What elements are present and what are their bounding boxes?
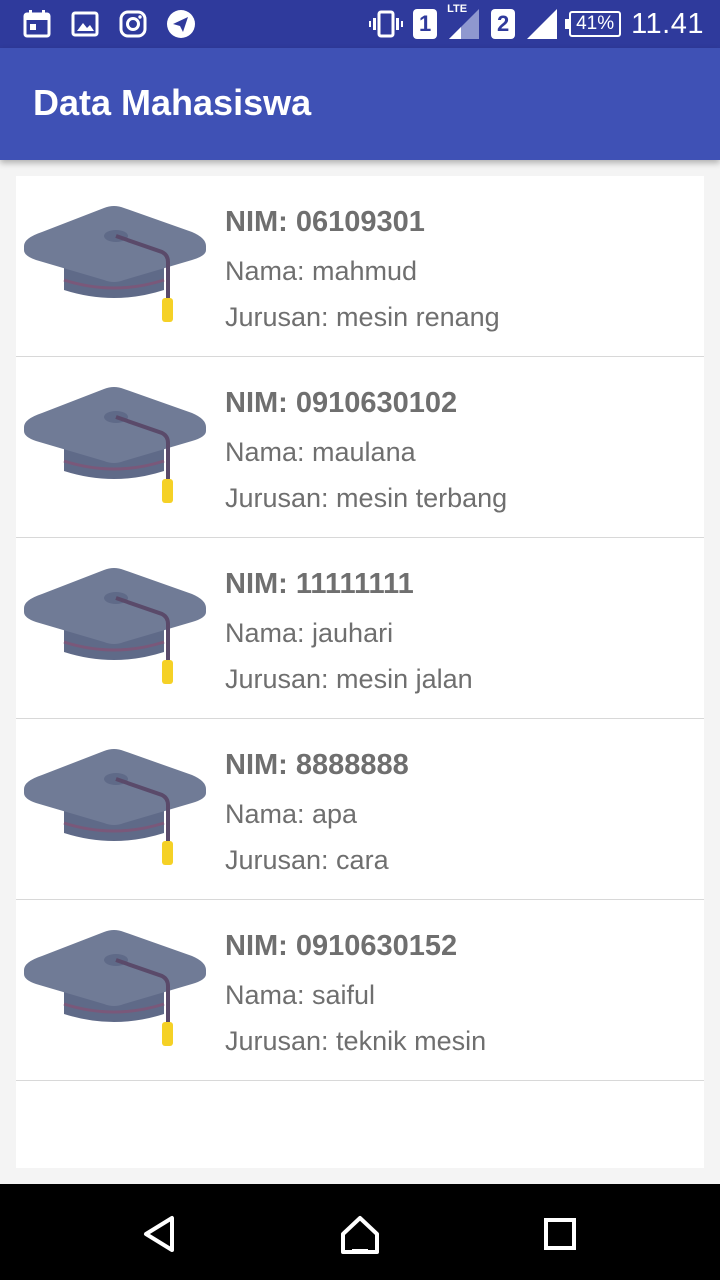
student-nim: NIM: 0910630152 bbox=[225, 930, 458, 962]
navigation-bar bbox=[0, 1184, 720, 1280]
telegram-icon bbox=[167, 10, 195, 38]
graduation-cap-icon bbox=[24, 568, 206, 684]
student-list[interactable]: NIM: 06109301 Nama: mahmud Jurusan: mesi… bbox=[16, 176, 704, 1168]
student-major: Jurusan: teknik mesin bbox=[225, 1026, 487, 1056]
content-area: NIM: 06109301 Nama: mahmud Jurusan: mesi… bbox=[0, 160, 720, 1184]
signal-icon: LTE bbox=[447, 3, 481, 41]
student-nim: NIM: 11111111 bbox=[225, 568, 414, 600]
graduation-cap-icon bbox=[24, 206, 206, 322]
vibrate-icon bbox=[369, 10, 404, 38]
back-icon[interactable] bbox=[138, 1212, 182, 1256]
student-major: Jurusan: mesin jalan bbox=[225, 664, 473, 694]
list-item[interactable]: NIM: 8888888 Nama: apa Jurusan: cara bbox=[16, 719, 704, 900]
student-name: Nama: maulana bbox=[225, 437, 416, 467]
battery-level: 41% bbox=[576, 13, 615, 34]
list-item[interactable]: NIM: 0910630152 Nama: saiful Jurusan: te… bbox=[16, 900, 704, 1081]
student-name: Nama: mahmud bbox=[225, 256, 418, 286]
signal-icon-2 bbox=[527, 9, 558, 39]
app-bar: Data Mahasiswa bbox=[0, 48, 720, 160]
home-icon[interactable] bbox=[338, 1212, 382, 1256]
sim1-badge: 1 bbox=[413, 9, 438, 39]
instagram-icon bbox=[119, 10, 147, 38]
clock: 11.41 bbox=[631, 7, 704, 40]
status-bar: 1 LTE 2 41% 11.41 bbox=[0, 0, 720, 48]
student-major: Jurusan: cara bbox=[225, 845, 389, 875]
battery-icon: 41% bbox=[565, 11, 622, 37]
list-item[interactable]: NIM: 06109301 Nama: mahmud Jurusan: mesi… bbox=[16, 176, 704, 357]
gallery-icon bbox=[71, 11, 99, 37]
student-major: Jurusan: mesin renang bbox=[225, 302, 500, 332]
calendar-icon bbox=[23, 10, 51, 38]
student-name: Nama: apa bbox=[225, 799, 358, 829]
student-nim: NIM: 06109301 bbox=[225, 206, 425, 238]
graduation-cap-icon bbox=[24, 387, 206, 503]
graduation-cap-icon bbox=[24, 749, 206, 865]
student-major: Jurusan: mesin terbang bbox=[225, 483, 508, 513]
list-item[interactable]: NIM: 11111111 Nama: jauhari Jurusan: mes… bbox=[16, 538, 704, 719]
student-name: Nama: jauhari bbox=[225, 618, 394, 648]
page-title: Data Mahasiswa bbox=[33, 82, 312, 123]
list-item[interactable]: NIM: 0910630102 Nama: maulana Jurusan: m… bbox=[16, 357, 704, 538]
student-nim: NIM: 8888888 bbox=[225, 749, 409, 781]
student-nim: NIM: 0910630102 bbox=[225, 387, 458, 419]
graduation-cap-icon bbox=[24, 930, 206, 1046]
recents-icon[interactable] bbox=[538, 1212, 582, 1256]
student-name: Nama: saiful bbox=[225, 980, 376, 1010]
sim2-badge: 2 bbox=[491, 9, 516, 39]
